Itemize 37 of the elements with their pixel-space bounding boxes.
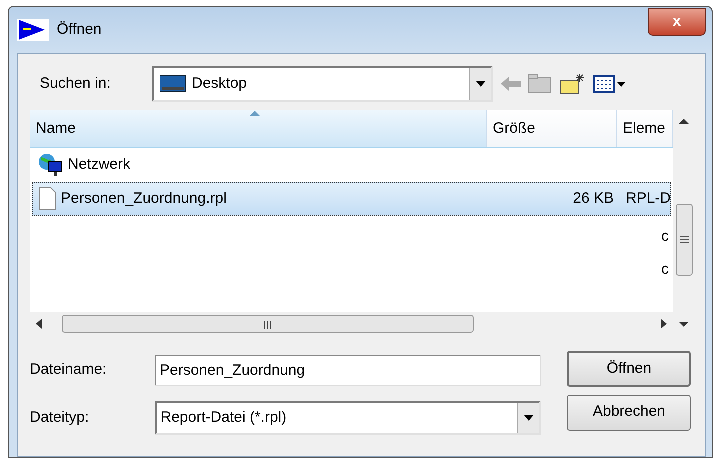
file-type: RPL-D <box>626 188 670 209</box>
column-header[interactable]: Name <box>30 110 487 147</box>
file-row[interactable]: Personen_Zuordnung.rpl 26 KB RPL-D <box>32 182 671 216</box>
look-in-label: Suchen in: <box>40 74 112 94</box>
cancel-button[interactable]: Abbrechen <box>567 394 692 430</box>
grip-icon <box>680 236 688 244</box>
app-logo-icon <box>17 19 49 41</box>
document-icon <box>39 187 57 211</box>
file-name: Personen_Zuordnung.rpl <box>61 188 227 209</box>
desktop-icon <box>160 75 186 93</box>
scroll-right-arrow-icon[interactable] <box>661 319 667 329</box>
file-type-label: Dateityp: <box>30 408 90 428</box>
caret-icon <box>524 414 534 421</box>
open-button[interactable]: Öffnen <box>567 351 692 387</box>
file-name-label: Dateiname: <box>30 360 108 380</box>
file-type-dropdown[interactable]: Report-Datei (*.rpl) <box>155 400 541 435</box>
file-name-field[interactable]: Personen_Zuordnung <box>155 354 541 386</box>
caret-icon <box>476 81 486 87</box>
network-globe-icon <box>38 153 64 177</box>
dropdown-arrow-button[interactable] <box>469 68 491 100</box>
scroll-thumb[interactable] <box>676 204 692 276</box>
look-in-dropdown[interactable]: Desktop <box>152 66 493 102</box>
scroll-left-arrow-icon[interactable] <box>36 319 42 329</box>
column-header[interactable]: Eleme <box>617 110 673 147</box>
file-row[interactable]: Netzwerk <box>32 148 671 182</box>
window-title: Öffnen <box>57 20 102 40</box>
new-folder-icon[interactable] <box>560 73 586 95</box>
file-name: Netzwerk <box>68 154 131 175</box>
grip-icon <box>263 321 273 330</box>
dropdown-arrow-button[interactable] <box>517 402 539 433</box>
column-header[interactable]: Größe <box>487 110 617 147</box>
scroll-thumb[interactable] <box>62 315 474 333</box>
view-menu-icon[interactable] <box>593 74 627 94</box>
clipped-text: c <box>662 260 669 280</box>
file-size: 26 KB <box>573 188 614 209</box>
clipped-text: c <box>662 227 669 247</box>
sort-arrow-icon <box>250 111 260 116</box>
